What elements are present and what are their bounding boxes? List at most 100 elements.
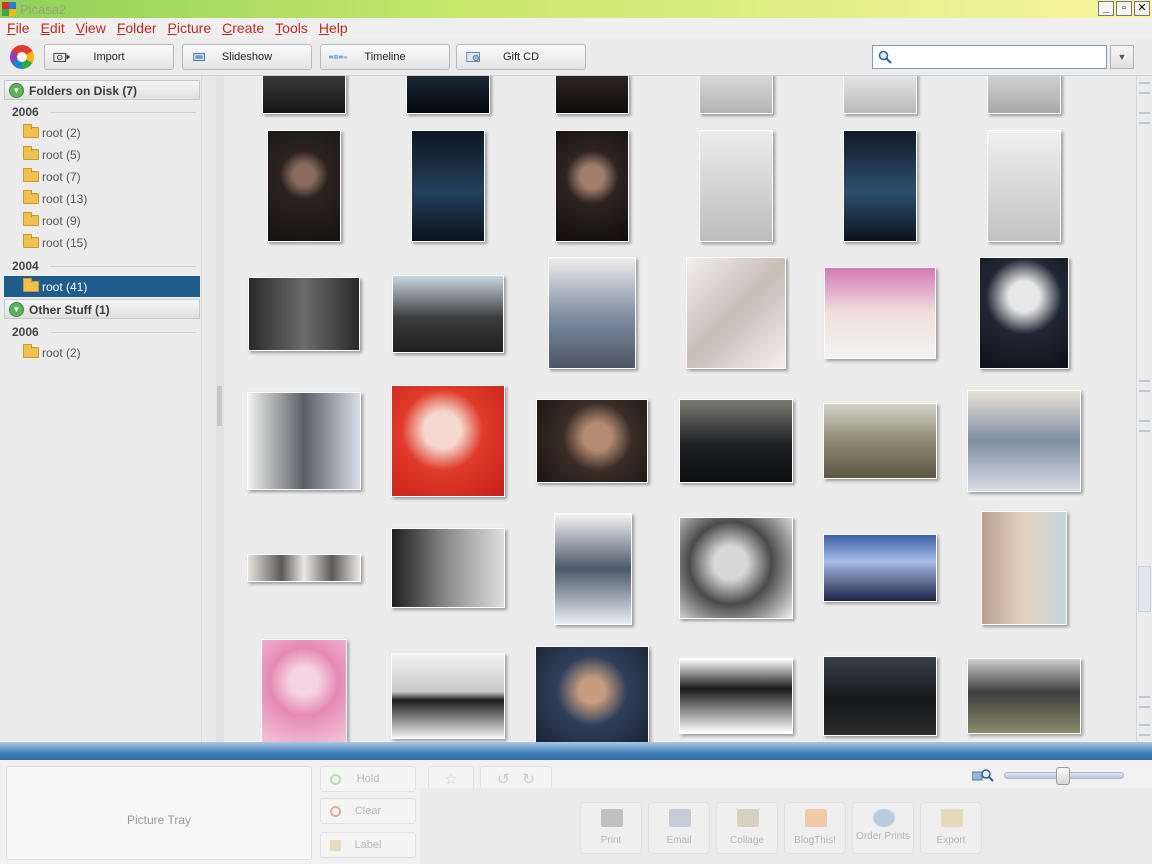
folder-label: root (13)	[42, 192, 88, 206]
slideshow-button[interactable]: Slideshow	[182, 44, 312, 70]
folder-item[interactable]: root (2)	[4, 122, 200, 143]
picture-tray[interactable]: Picture Tray	[6, 766, 312, 860]
photo-thumbnail[interactable]	[699, 76, 773, 114]
menu-view[interactable]: View	[76, 20, 106, 36]
photo-thumbnail[interactable]	[406, 76, 490, 114]
label-label: Label	[354, 839, 382, 851]
folder-item[interactable]: root (15)	[4, 232, 200, 253]
photo-thumbnail[interactable]	[392, 275, 504, 353]
photo-thumbnail[interactable]	[555, 130, 629, 242]
photo-thumbnail[interactable]	[247, 392, 361, 490]
menu-tools[interactable]: Tools	[275, 20, 308, 36]
search-box[interactable]	[872, 45, 1107, 69]
picasa-logo-icon[interactable]	[10, 45, 34, 69]
folder-label: root (9)	[42, 214, 81, 228]
folder-item[interactable]: root (7)	[4, 166, 200, 187]
photo-thumbnail[interactable]	[679, 517, 793, 619]
photo-thumbnail[interactable]	[248, 277, 360, 351]
menu-file[interactable]: File	[7, 20, 30, 36]
folder-item[interactable]: root (9)	[4, 210, 200, 231]
print-button[interactable]: Print	[580, 802, 642, 854]
folder-item[interactable]: root (2)	[4, 342, 200, 363]
group-folders-on-disk[interactable]: ▼ Folders on Disk (7)	[4, 80, 200, 100]
scroll-up-arrow[interactable]	[1139, 380, 1150, 392]
photo-thumbnail[interactable]	[535, 646, 649, 742]
photo-thumbnail[interactable]	[823, 403, 937, 479]
rotate-left-icon[interactable]: ↺	[497, 771, 510, 788]
photo-thumbnail[interactable]	[699, 130, 773, 242]
menu-edit[interactable]: Edit	[41, 20, 65, 36]
photo-thumbnail[interactable]	[554, 513, 632, 625]
collapse-triangle-icon[interactable]: ▼	[9, 83, 24, 98]
scroll-page-down-button[interactable]	[1139, 696, 1150, 708]
photo-thumbnail[interactable]	[391, 653, 505, 739]
label-button[interactable]: Label	[320, 832, 416, 858]
blogthis-button[interactable]: BlogThis!	[784, 802, 846, 854]
order-prints-icon	[873, 809, 895, 827]
photo-thumbnail[interactable]	[391, 385, 505, 497]
order-prints-button[interactable]: Order Prints	[852, 802, 914, 854]
photo-thumbnail[interactable]	[411, 130, 485, 242]
hold-button[interactable]: Hold	[320, 766, 416, 792]
menu-picture[interactable]: Picture	[168, 20, 212, 36]
folder-item[interactable]: root (13)	[4, 188, 200, 209]
sidebar-scrollbar[interactable]	[201, 76, 216, 742]
photo-thumbnail[interactable]	[679, 399, 793, 483]
search-icon	[878, 50, 892, 64]
export-button[interactable]: Export	[920, 802, 982, 854]
scroll-page-up-button[interactable]	[1139, 112, 1150, 124]
collage-button[interactable]: Collage	[716, 802, 778, 854]
photo-thumbnail[interactable]	[261, 639, 347, 742]
menu-help[interactable]: Help	[319, 20, 348, 36]
photo-thumbnail[interactable]	[679, 658, 793, 734]
search-input[interactable]	[895, 49, 1100, 65]
photo-thumbnail[interactable]	[391, 528, 505, 608]
zoom-slider-thumb[interactable]	[1056, 767, 1070, 785]
rotate-right-icon[interactable]: ↻	[522, 771, 535, 788]
import-button[interactable]: Import	[44, 44, 174, 70]
search-dropdown-button[interactable]: ▼	[1110, 45, 1134, 69]
photo-thumbnail[interactable]	[979, 257, 1069, 369]
photo-thumbnail[interactable]	[536, 399, 648, 483]
photo-thumbnail[interactable]	[262, 76, 346, 114]
timeline-button[interactable]: Timeline	[320, 44, 450, 70]
photo-thumbnail[interactable]	[823, 534, 937, 602]
photo-thumbnail[interactable]	[967, 390, 1081, 492]
photo-thumbnail[interactable]	[823, 656, 937, 736]
photo-thumbnail[interactable]	[843, 76, 917, 114]
collapse-triangle-icon[interactable]: ▼	[9, 302, 24, 317]
folder-item-selected[interactable]: root (41)	[4, 276, 200, 297]
gift-cd-button[interactable]: Gift CD	[456, 44, 586, 70]
photo-thumbnail[interactable]	[843, 130, 917, 242]
clear-button[interactable]: Clear	[320, 798, 416, 824]
photo-thumbnail[interactable]	[548, 257, 636, 369]
scroll-down-button[interactable]	[1139, 724, 1150, 736]
scroll-thumb[interactable]	[1138, 566, 1151, 612]
folder-icon	[23, 124, 39, 138]
scroll-up-button[interactable]	[1139, 82, 1150, 94]
folder-label: root (41)	[42, 280, 88, 294]
restore-button[interactable]: ▫	[1116, 1, 1132, 16]
scroll-down-arrow[interactable]	[1139, 420, 1150, 432]
photo-thumbnail[interactable]	[981, 511, 1067, 625]
photo-thumbnail[interactable]	[247, 554, 361, 582]
photo-thumbnail[interactable]	[686, 257, 786, 369]
close-button[interactable]: ✕	[1134, 1, 1150, 16]
photo-thumbnail[interactable]	[267, 130, 341, 242]
blogthis-label: BlogThis!	[794, 835, 836, 846]
minimize-button[interactable]: _	[1098, 1, 1114, 16]
menu-folder[interactable]: Folder	[117, 20, 157, 36]
panel-splitter[interactable]	[216, 76, 224, 742]
photo-thumbnail[interactable]	[987, 76, 1061, 114]
grid-scrollbar[interactable]	[1136, 76, 1152, 742]
folder-icon	[23, 278, 39, 292]
photo-thumbnail[interactable]	[987, 130, 1061, 242]
menu-create[interactable]: Create	[222, 20, 264, 36]
photo-thumbnail[interactable]	[967, 658, 1081, 734]
folder-icon	[23, 212, 39, 226]
email-button[interactable]: Email	[648, 802, 710, 854]
photo-thumbnail[interactable]	[824, 267, 936, 359]
group-other-stuff[interactable]: ▼ Other Stuff (1)	[4, 299, 200, 319]
photo-thumbnail[interactable]	[555, 76, 629, 114]
folder-item[interactable]: root (5)	[4, 144, 200, 165]
